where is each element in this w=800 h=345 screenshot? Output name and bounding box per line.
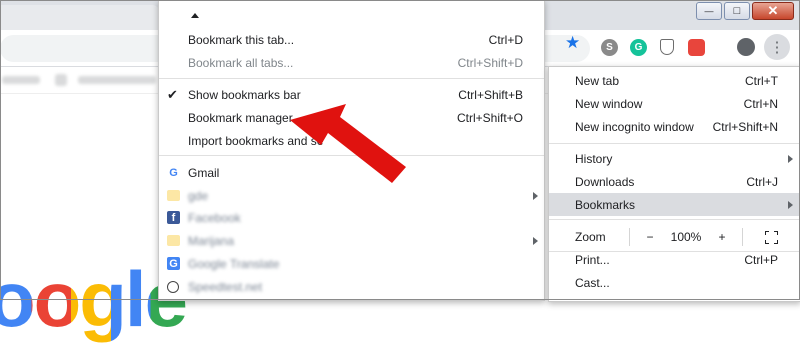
menu-item-shortcut: Ctrl+P	[744, 252, 778, 267]
menu-item-shortcut: Ctrl+Shift+D	[457, 55, 523, 70]
submenu-arrow-icon	[533, 191, 538, 200]
menu-item-history[interactable]: History	[549, 147, 800, 170]
bookmark-bar-item[interactable]	[78, 76, 156, 84]
zoom-row: Zoom − 100% +	[549, 223, 800, 251]
scroll-up-icon[interactable]	[191, 13, 199, 18]
menu-item-cast[interactable]: Cast...	[549, 271, 800, 294]
menu-item-label: Bookmark this tab...	[188, 32, 295, 47]
menu-item-label: Bookmark all tabs...	[188, 55, 294, 70]
minimize-button[interactable]: —	[696, 2, 722, 20]
bookmark-label: Speedtest.net	[188, 279, 263, 294]
submenu-arrow-icon	[788, 154, 793, 163]
maximize-icon: □	[733, 5, 741, 17]
menu-item-label: Bookmarks	[575, 197, 636, 212]
bookmark-label: Facebook	[188, 210, 241, 225]
fullscreen-button[interactable]	[759, 223, 783, 251]
zoom-in-button[interactable]: +	[709, 223, 735, 251]
fullscreen-icon	[764, 230, 778, 244]
submenu-arrow-icon	[788, 200, 793, 209]
menu-item-shortcut: Ctrl+T	[745, 73, 778, 88]
zoom-out-button[interactable]: −	[637, 223, 663, 251]
menu-divider	[549, 143, 800, 144]
bookmark-item-facebook[interactable]: f Facebook	[159, 206, 544, 229]
zoom-minus-icon: −	[646, 230, 654, 244]
bookmark-star-icon[interactable]: ★	[565, 33, 580, 53]
menu-item-label: Downloads	[575, 174, 635, 189]
bookmark-item-speedtest[interactable]: Speedtest.net	[159, 275, 544, 298]
window-controls: — □ ✕	[696, 2, 794, 20]
bookmark-bar-item[interactable]	[55, 74, 67, 86]
menu-item-label: Print...	[575, 252, 610, 267]
submenu-arrow-icon	[533, 236, 538, 245]
bookmark-label: Google Translate	[188, 256, 280, 271]
menu-item-new-tab[interactable]: New tab Ctrl+T	[549, 69, 800, 92]
maximize-button[interactable]: □	[724, 2, 750, 20]
menu-item-shortcut: Ctrl+Shift+O	[456, 110, 523, 125]
menu-item-label: Cast...	[575, 275, 610, 290]
zoom-divider	[742, 228, 743, 246]
menu-divider	[549, 219, 800, 220]
menu-item-label: New window	[575, 96, 643, 111]
zoom-level: 100%	[663, 223, 709, 251]
chrome-main-menu: New tab Ctrl+T New window Ctrl+N New inc…	[548, 66, 800, 302]
menu-item-shortcut: Ctrl+Shift+N	[712, 119, 778, 134]
bookmark-item-google-translate[interactable]: G Google Translate	[159, 252, 544, 275]
zoom-value: 100%	[670, 230, 702, 244]
bookmark-label: gde	[188, 188, 209, 203]
menu-divider	[159, 78, 544, 79]
google-translate-icon: G	[167, 257, 180, 270]
folder-icon	[167, 190, 180, 201]
menu-item-label: History	[575, 151, 613, 166]
shield-extension-icon[interactable]	[660, 39, 674, 55]
google-g-icon: G	[169, 166, 178, 179]
annotation-arrow-icon	[290, 104, 406, 183]
menu-item-shortcut: Ctrl+Shift+B	[458, 87, 523, 102]
minimize-icon: —	[704, 6, 714, 16]
menu-item-new-incognito-window[interactable]: New incognito window Ctrl+Shift+N	[549, 115, 800, 138]
menu-item-new-window[interactable]: New window Ctrl+N	[549, 92, 800, 115]
kebab-menu-icon: ⋮	[769, 39, 785, 56]
speedometer-icon	[167, 280, 179, 293]
bookmark-label: Marijana	[188, 233, 235, 248]
menu-item-shortcut: Ctrl+J	[746, 174, 778, 189]
profile-avatar-icon[interactable]	[737, 38, 755, 56]
checkmark-icon: ✔	[167, 86, 178, 102]
browser-tab[interactable]	[0, 5, 160, 30]
close-icon: ✕	[767, 3, 779, 18]
zoom-label: Zoom	[575, 230, 606, 244]
grammarly-extension-icon[interactable]: G	[630, 39, 647, 56]
menu-item-downloads[interactable]: Downloads Ctrl+J	[549, 170, 800, 193]
skype-extension-icon[interactable]: S	[601, 39, 618, 56]
menu-item-bookmarks[interactable]: Bookmarks	[549, 193, 800, 216]
bookmark-folder-item[interactable]: Marijana	[159, 229, 544, 252]
menu-item-print[interactable]: Print... Ctrl+P	[549, 248, 800, 271]
zoom-divider	[629, 228, 630, 246]
zoom-plus-icon: +	[718, 230, 726, 244]
menu-item-bookmark-this-tab[interactable]: Bookmark this tab... Ctrl+D	[159, 28, 544, 51]
menu-item-bookmark-all-tabs[interactable]: Bookmark all tabs... Ctrl+Shift+D	[159, 51, 544, 74]
facebook-f-icon: f	[167, 211, 180, 224]
menu-item-label: Show bookmarks bar	[188, 87, 301, 102]
menu-item-label: New incognito window	[575, 119, 694, 134]
menu-item-label: Bookmark manager	[188, 110, 293, 125]
menu-item-label: New tab	[575, 73, 620, 88]
chrome-menu-button[interactable]: ⋮	[764, 34, 790, 60]
close-button[interactable]: ✕	[752, 2, 794, 20]
menu-item-shortcut: Ctrl+N	[743, 96, 778, 111]
bookmark-bar-item[interactable]	[2, 76, 40, 84]
adblock-extension-icon[interactable]	[688, 39, 705, 56]
bookmark-label: Gmail	[188, 165, 220, 180]
menu-item-shortcut: Ctrl+D	[488, 32, 523, 47]
folder-icon	[167, 235, 180, 246]
